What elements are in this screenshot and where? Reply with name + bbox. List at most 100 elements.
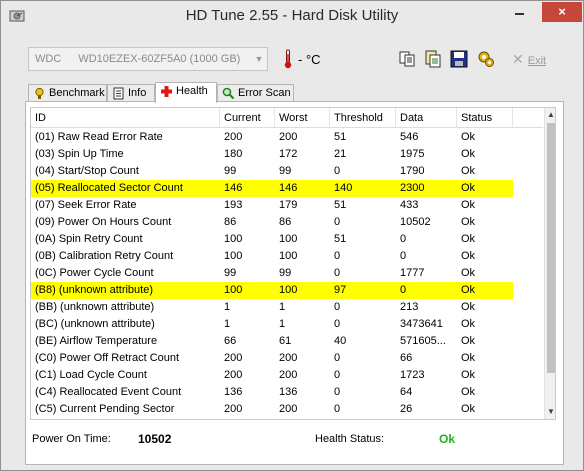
worst-value-cell: 179 bbox=[279, 199, 298, 211]
tab-error-scan[interactable]: Error Scan bbox=[217, 84, 294, 102]
attribute-id-cell: (B8) (unknown attribute) bbox=[35, 284, 153, 296]
column-header-id[interactable]: ID bbox=[31, 108, 220, 128]
current-value-cell: 200 bbox=[224, 403, 243, 415]
options-icon[interactable] bbox=[477, 50, 495, 68]
status-value-cell: Ok bbox=[461, 199, 476, 211]
table-row[interactable]: (C1) Load Cycle Count 200 200 0 1723 Ok bbox=[31, 367, 543, 384]
threshold-value-cell: 0 bbox=[334, 165, 341, 177]
drive-select[interactable]: WDC WD10EZEX-60ZF5A0 (1000 GB) ▼ bbox=[28, 47, 268, 71]
health-status-value: Ok bbox=[439, 432, 456, 446]
column-header-threshold[interactable]: Threshold bbox=[330, 108, 396, 128]
attribute-id-cell: (05) Reallocated Sector Count bbox=[35, 182, 183, 194]
drive-vendor: WDC bbox=[35, 53, 62, 65]
tab-info[interactable]: Info bbox=[107, 84, 155, 102]
column-header-worst[interactable]: Worst bbox=[275, 108, 330, 128]
scroll-thumb[interactable] bbox=[547, 123, 555, 373]
threshold-value-cell: 21 bbox=[334, 148, 347, 160]
info-icon bbox=[112, 87, 125, 100]
attribute-id-cell: (0B) Calibration Retry Count bbox=[35, 250, 174, 262]
current-value-cell: 100 bbox=[224, 233, 243, 245]
scroll-up-arrow-icon[interactable]: ▲ bbox=[545, 108, 555, 122]
table-row[interactable]: (09) Power On Hours Count 86 86 0 10502 Ok bbox=[31, 214, 543, 231]
copy-icon[interactable] bbox=[398, 50, 416, 68]
vertical-scrollbar[interactable]: ▲ ▼ bbox=[544, 108, 555, 419]
threshold-value-cell: 97 bbox=[334, 284, 347, 296]
attribute-id-cell: (09) Power On Hours Count bbox=[35, 216, 172, 228]
attribute-id-cell: (01) Raw Read Error Rate bbox=[35, 131, 163, 143]
current-value-cell: 136 bbox=[224, 386, 243, 398]
current-value-cell: 86 bbox=[224, 216, 237, 228]
table-row[interactable]: (01) Raw Read Error Rate 200 200 51 546 Ok bbox=[31, 129, 543, 146]
table-row[interactable]: (03) Spin Up Time 180 172 21 1975 Ok bbox=[31, 146, 543, 163]
worst-value-cell: 100 bbox=[279, 284, 298, 296]
attribute-id-cell: (BC) (unknown attribute) bbox=[35, 318, 155, 330]
threshold-value-cell: 0 bbox=[334, 403, 341, 415]
worst-value-cell: 172 bbox=[279, 148, 298, 160]
scroll-down-arrow-icon[interactable]: ▼ bbox=[545, 405, 555, 419]
tab-benchmark-label: Benchmark bbox=[49, 87, 105, 99]
worst-value-cell: 200 bbox=[279, 403, 298, 415]
threshold-value-cell: 40 bbox=[334, 335, 347, 347]
current-value-cell: 180 bbox=[224, 148, 243, 160]
status-value-cell: Ok bbox=[461, 233, 476, 245]
table-row[interactable]: (04) Start/Stop Count 99 99 0 1790 Ok bbox=[31, 163, 543, 180]
tab-benchmark[interactable]: Benchmark bbox=[28, 84, 107, 102]
table-row[interactable]: (BC) (unknown attribute) 1 1 0 3473641 Ok bbox=[31, 316, 543, 333]
table-body: (01) Raw Read Error Rate 200 200 51 546 Ok (03… bbox=[31, 129, 543, 418]
title-bar[interactable]: HD Tune 2.55 - Hard Disk Utility × bbox=[1, 1, 583, 32]
table-row[interactable]: (BB) (unknown attribute) 1 1 0 213 Ok bbox=[31, 299, 543, 316]
current-value-cell: 1 bbox=[224, 318, 231, 330]
toolbar: WDC WD10EZEX-60ZF5A0 (1000 GB) ▼ - °C ✕ … bbox=[28, 47, 568, 73]
attribute-id-cell: (0C) Power Cycle Count bbox=[35, 267, 154, 279]
table-row[interactable]: (C5) Current Pending Sector 200 200 0 26 Ok bbox=[31, 401, 543, 418]
raw-data-value-cell: 0 bbox=[400, 233, 407, 245]
power-on-time-value: 10502 bbox=[138, 432, 172, 446]
raw-data-value-cell: 0 bbox=[400, 250, 407, 262]
worst-value-cell: 136 bbox=[279, 386, 298, 398]
health-status-label: Health Status: bbox=[315, 433, 385, 445]
copy-text-icon[interactable] bbox=[424, 50, 442, 68]
exit-button[interactable]: ✕ Exit bbox=[512, 50, 546, 68]
attribute-id-cell: (C1) Load Cycle Count bbox=[35, 369, 147, 381]
table-row[interactable]: (0A) Spin Retry Count 100 100 51 0 Ok bbox=[31, 231, 543, 248]
status-value-cell: Ok bbox=[461, 352, 476, 364]
raw-data-value-cell: 26 bbox=[400, 403, 413, 415]
raw-data-value-cell: 1975 bbox=[400, 148, 425, 160]
table-row[interactable]: (0C) Power Cycle Count 99 99 0 1777 Ok bbox=[31, 265, 543, 282]
status-value-cell: Ok bbox=[461, 301, 476, 313]
attribute-id-cell: (BE) Airflow Temperature bbox=[35, 335, 158, 347]
threshold-value-cell: 51 bbox=[334, 199, 347, 211]
table-row[interactable]: (07) Seek Error Rate 193 179 51 433 Ok bbox=[31, 197, 543, 214]
threshold-value-cell: 0 bbox=[334, 318, 341, 330]
save-icon[interactable] bbox=[450, 50, 468, 68]
threshold-value-cell: 0 bbox=[334, 369, 341, 381]
threshold-value-cell: 0 bbox=[334, 267, 341, 279]
worst-value-cell: 200 bbox=[279, 369, 298, 381]
table-row[interactable]: (BE) Airflow Temperature 66 61 40 571605... O… bbox=[31, 333, 543, 350]
table-row[interactable]: (C4) Reallocated Event Count 136 136 0 64 Ok bbox=[31, 384, 543, 401]
raw-data-value-cell: 0 bbox=[400, 284, 407, 296]
worst-value-cell: 200 bbox=[279, 352, 298, 364]
tab-info-label: Info bbox=[128, 87, 147, 99]
tab-health[interactable]: Health bbox=[155, 82, 217, 103]
close-button[interactable]: × bbox=[542, 2, 582, 22]
raw-data-value-cell: 10502 bbox=[400, 216, 431, 228]
smart-table[interactable]: ID Current Worst Threshold Data Status (… bbox=[30, 107, 556, 420]
raw-data-value-cell: 1723 bbox=[400, 369, 425, 381]
current-value-cell: 200 bbox=[224, 369, 243, 381]
power-on-time-label: Power On Time: bbox=[32, 433, 111, 445]
status-value-cell: Ok bbox=[461, 148, 476, 160]
table-row[interactable]: (B8) (unknown attribute) 100 100 97 0 Ok bbox=[31, 282, 513, 299]
minimize-button[interactable] bbox=[498, 2, 526, 22]
attribute-id-cell: (03) Spin Up Time bbox=[35, 148, 124, 160]
table-row[interactable]: (C0) Power Off Retract Count 200 200 0 66 Ok bbox=[31, 350, 543, 367]
raw-data-value-cell: 64 bbox=[400, 386, 413, 398]
threshold-value-cell: 0 bbox=[334, 250, 341, 262]
table-row[interactable]: (05) Reallocated Sector Count 146 146 140 23… bbox=[31, 180, 513, 197]
column-header-status[interactable]: Status bbox=[457, 108, 513, 128]
raw-data-value-cell: 3473641 bbox=[400, 318, 443, 330]
attribute-id-cell: (04) Start/Stop Count bbox=[35, 165, 139, 177]
table-row[interactable]: (0B) Calibration Retry Count 100 100 0 0 Ok bbox=[31, 248, 543, 265]
column-header-current[interactable]: Current bbox=[220, 108, 275, 128]
column-header-data[interactable]: Data bbox=[396, 108, 457, 128]
